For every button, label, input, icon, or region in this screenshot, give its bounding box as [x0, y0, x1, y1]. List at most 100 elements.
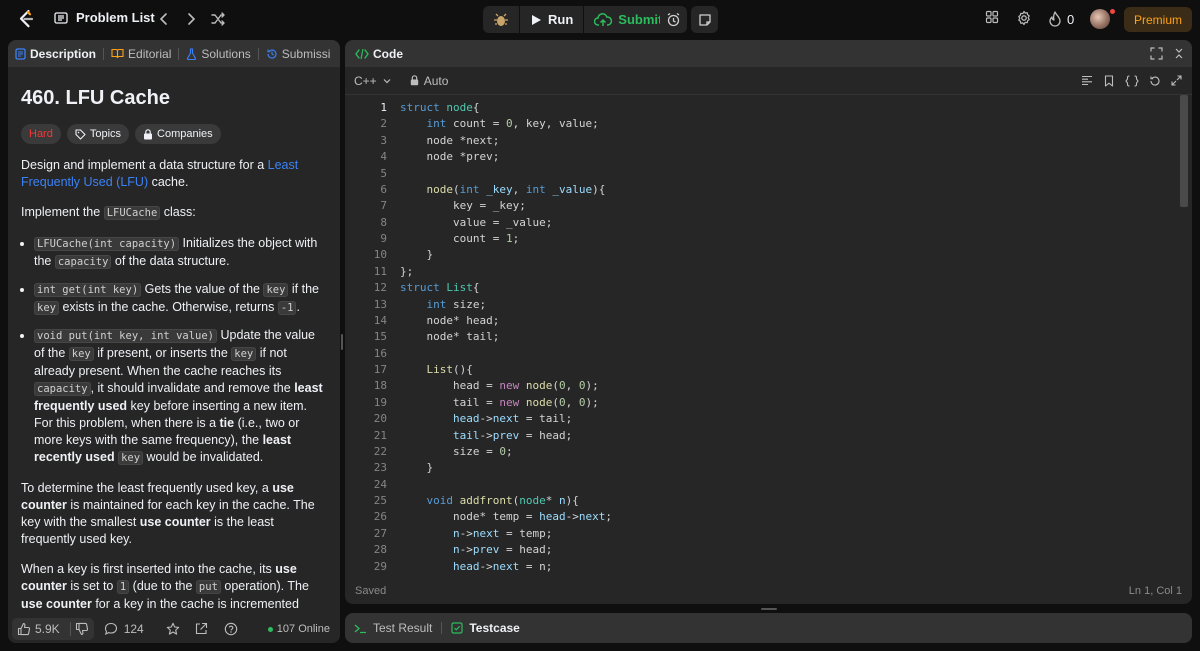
tab-description[interactable]: Description	[8, 47, 103, 61]
code-line: 23 }	[373, 461, 434, 475]
topics-chip[interactable]: Topics	[66, 124, 130, 144]
shuffle-icon[interactable]	[209, 10, 227, 28]
code-panel: Code C++ Auto 1 struct node{ 2 int count …	[345, 40, 1192, 604]
counter-paragraph: To determine the least frequently used k…	[21, 481, 315, 546]
streak-counter[interactable]: 0	[1048, 11, 1074, 27]
top-bar: Problem List Run Submit 0 Premium	[0, 0, 1200, 38]
layout-grid-icon[interactable]	[985, 10, 999, 24]
code-brackets-icon	[355, 48, 369, 60]
tab-submissions[interactable]: Submissi	[259, 47, 338, 61]
cursor-position: Ln 1, Col 1	[1128, 585, 1182, 597]
tab-solutions-label: Solutions	[201, 46, 251, 61]
run-label: Run	[548, 12, 574, 27]
bookmark-icon[interactable]	[1104, 74, 1114, 87]
notes-button[interactable]	[691, 6, 718, 33]
testcase-label: Testcase	[469, 621, 520, 635]
editor-scrollbar[interactable]	[1180, 95, 1188, 207]
description-footer: 5.9K 124 107 Online	[8, 615, 340, 643]
companies-label: Companies	[157, 128, 213, 140]
avatar[interactable]	[1090, 9, 1110, 29]
topics-label: Topics	[89, 128, 122, 140]
code-line: 17 List(){	[373, 363, 473, 376]
like-divider	[69, 622, 71, 636]
insert-paragraph: When a key is first inserted into the ca…	[21, 561, 327, 615]
collapse-chevron-icon[interactable]	[1173, 47, 1185, 60]
code-line: 5	[380, 166, 387, 180]
timer-button[interactable]	[660, 6, 687, 33]
maximize-icon[interactable]	[1150, 47, 1163, 60]
star-icon[interactable]	[166, 622, 180, 636]
code-line: 1 struct node{	[380, 101, 480, 114]
code-line: 24	[373, 477, 387, 491]
page-title[interactable]: 460. LFU Cache	[21, 87, 327, 110]
code-line: 18 head = new node(0, 0);	[373, 379, 599, 393]
prev-problem-icon[interactable]	[155, 10, 173, 28]
tag-icon	[75, 128, 86, 140]
save-status: Saved	[355, 585, 387, 597]
companies-chip[interactable]: Companies	[135, 124, 221, 144]
list-item: void put(int key, int value) Update the …	[34, 327, 327, 467]
run-button[interactable]: Run	[520, 6, 585, 33]
code-line: 26 node* temp = head->next;	[373, 510, 612, 524]
reset-icon[interactable]	[1149, 75, 1161, 87]
code-line: 3 node *next;	[380, 133, 500, 147]
tab-editorial[interactable]: Editorial	[104, 47, 178, 61]
method-list: LFUCache(int capacity) Initializes the o…	[21, 235, 327, 467]
alarm-clock-icon	[666, 12, 681, 27]
problem-list-button[interactable]: Problem List	[54, 10, 155, 25]
language-select[interactable]: C++	[354, 74, 392, 88]
code-line: 20 head->next = tail;	[373, 412, 573, 426]
console-panel: Test Result Testcase	[345, 613, 1192, 643]
thumbs-up-icon[interactable]	[17, 622, 31, 636]
help-icon[interactable]	[224, 622, 238, 636]
share-icon[interactable]	[194, 622, 208, 636]
code-line: 25 void addfront(node* n){	[373, 494, 579, 507]
panel-resize-handle[interactable]	[341, 334, 343, 350]
settings-gear-icon[interactable]	[1016, 10, 1032, 26]
code-editor[interactable]: 1 struct node{ 2 int count = 0, key, valu…	[345, 100, 1192, 578]
comment-count: 124	[123, 622, 144, 636]
code-line: 8 value = _value;	[380, 215, 553, 229]
debug-button[interactable]	[483, 6, 520, 33]
format-icon[interactable]	[1081, 75, 1093, 86]
flask-icon	[186, 47, 197, 60]
difficulty-badge: Hard	[21, 124, 61, 144]
submit-label: Submit	[618, 12, 663, 27]
editor-status-bar: Saved Ln 1, Col 1	[345, 578, 1192, 604]
tab-solutions[interactable]: Solutions	[179, 47, 257, 61]
list-icon	[54, 11, 68, 25]
console-tab-bar: Test Result Testcase	[345, 613, 1192, 643]
next-problem-icon[interactable]	[182, 10, 200, 28]
lfu-link[interactable]: Least Frequently Used (LFU)	[21, 158, 298, 189]
expand-icon[interactable]	[1171, 75, 1182, 86]
run-submit-group: Run Submit	[483, 6, 673, 33]
curly-braces-icon[interactable]	[1125, 74, 1139, 87]
tab-test-result[interactable]: Test Result	[345, 621, 441, 635]
problem-statement: Design and implement a data structure fo…	[21, 157, 327, 615]
tab-editorial-label: Editorial	[128, 46, 172, 61]
vertical-resize-handle[interactable]	[761, 608, 777, 610]
code-panel-title: Code	[373, 46, 403, 61]
problem-list-label: Problem List	[76, 10, 155, 25]
comment-icon	[104, 622, 118, 636]
play-icon	[530, 14, 542, 26]
mode-label: Auto	[423, 73, 449, 88]
like-dislike-group: 5.9K	[12, 618, 94, 640]
code-line: 12 struct List{	[373, 281, 480, 295]
auto-mode-toggle[interactable]: Auto	[410, 73, 449, 88]
comments-button[interactable]: 124	[104, 622, 144, 636]
thumbs-down-icon[interactable]	[75, 622, 89, 636]
intro-paragraph: Design and implement a data structure fo…	[21, 158, 299, 189]
code-line: 29 head->next = n;	[373, 559, 553, 573]
online-dot	[267, 626, 273, 632]
terminal-icon	[354, 623, 367, 634]
code-line: 2 int count = 0, key, value;	[380, 117, 599, 131]
tab-testcase[interactable]: Testcase	[442, 621, 528, 635]
bug-icon	[493, 12, 509, 28]
online-count: 107 Online	[276, 623, 330, 635]
leetcode-logo-icon[interactable]	[16, 9, 36, 29]
history-icon	[266, 48, 278, 60]
premium-button[interactable]: Premium	[1124, 7, 1192, 32]
list-item: LFUCache(int capacity) Initializes the o…	[34, 235, 327, 271]
code-line: 10 }	[373, 248, 434, 262]
